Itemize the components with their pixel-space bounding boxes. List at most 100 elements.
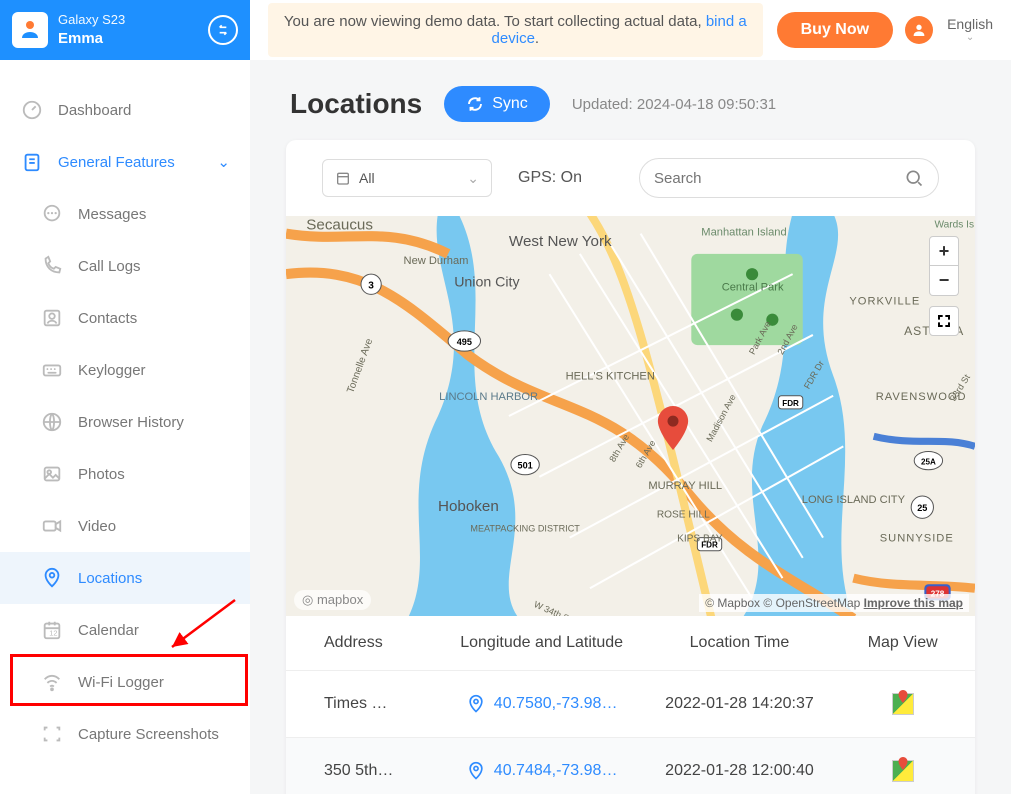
video-icon: [40, 514, 64, 538]
svg-text:SUNNYSIDE: SUNNYSIDE: [880, 533, 954, 545]
svg-text:25: 25: [917, 503, 927, 513]
toolbar: All ⌄ GPS: On: [286, 140, 975, 216]
date-filter-dropdown[interactable]: All ⌄: [322, 159, 492, 197]
svg-text:Wards Is: Wards Is: [934, 220, 974, 231]
updated-timestamp: Updated: 2024-04-18 09:50:31: [572, 96, 776, 113]
cell-address: 350 5th…: [294, 762, 443, 780]
sidebar: Dashboard General Features ⌄ Messages Ca…: [0, 60, 250, 794]
svg-text:MURRAY HILL: MURRAY HILL: [648, 480, 722, 492]
sidebar-item-label: Calendar: [78, 622, 139, 639]
search-icon: [904, 168, 924, 188]
globe-icon: [40, 410, 64, 434]
app-logo-icon: [12, 12, 48, 48]
sidebar-item-label: Keylogger: [78, 362, 146, 379]
calendar-icon: 12: [40, 618, 64, 642]
sync-button[interactable]: Sync: [444, 86, 550, 122]
user-avatar-icon[interactable]: [905, 16, 933, 44]
svg-text:Hoboken: Hoboken: [438, 498, 499, 515]
phone-icon: [40, 254, 64, 278]
sidebar-item-photos[interactable]: Photos: [0, 448, 250, 500]
pin-icon: [466, 761, 486, 781]
location-pin-icon: [40, 566, 64, 590]
svg-text:YORKVILLE: YORKVILLE: [849, 296, 920, 308]
location-pin-icon: [656, 406, 690, 450]
sidebar-item-calendar[interactable]: 12 Calendar: [0, 604, 250, 656]
svg-text:West New York: West New York: [509, 233, 612, 250]
sidebar-item-contacts[interactable]: Contacts: [0, 292, 250, 344]
sidebar-item-locations[interactable]: Locations: [0, 552, 250, 604]
sidebar-item-label: Wi-Fi Logger: [78, 674, 164, 691]
svg-text:12: 12: [49, 629, 57, 638]
dashboard-icon: [20, 98, 44, 122]
svg-text:LONG ISLAND CITY: LONG ISLAND CITY: [802, 494, 906, 506]
svg-text:501: 501: [518, 461, 533, 471]
pin-icon: [466, 694, 486, 714]
mapbox-logo: ◎ mapbox: [294, 590, 371, 610]
page-title: Locations: [290, 88, 422, 120]
sidebar-item-messages[interactable]: Messages: [0, 188, 250, 240]
svg-text:New Durham: New Durham: [404, 255, 469, 267]
sidebar-item-dashboard[interactable]: Dashboard: [0, 84, 250, 136]
screenshot-icon: [40, 722, 64, 746]
svg-text:3: 3: [368, 280, 374, 291]
sidebar-item-video[interactable]: Video: [0, 500, 250, 552]
sidebar-item-label: Video: [78, 518, 116, 535]
sidebar-header: Galaxy S23 Emma: [0, 0, 250, 60]
buy-now-button[interactable]: Buy Now: [777, 12, 893, 48]
search-box[interactable]: [639, 158, 939, 198]
chevron-down-icon: ⌄: [467, 170, 479, 187]
contacts-icon: [40, 306, 64, 330]
map-controls: + −: [929, 236, 959, 336]
table-row[interactable]: 350 5th… 40.7484,-73.98… 2022-01-28 12:0…: [286, 738, 975, 794]
demo-data-banner: You are now viewing demo data. To start …: [268, 3, 763, 57]
language-selector[interactable]: English ⌄: [947, 17, 993, 43]
col-header-address: Address: [294, 634, 443, 652]
table-row[interactable]: Times … 40.7580,-73.98… 2022-01-28 14:20…: [286, 671, 975, 738]
svg-text:495: 495: [457, 337, 472, 347]
zoom-out-button[interactable]: −: [929, 266, 959, 296]
sidebar-item-capture-screenshots[interactable]: Capture Screenshots: [0, 708, 250, 760]
svg-text:ROSE HILL: ROSE HILL: [657, 509, 710, 520]
content-area: Locations Sync Updated: 2024-04-18 09:50…: [250, 60, 1011, 794]
improve-map-link[interactable]: Improve this map: [864, 596, 963, 610]
svg-text:HELL'S KITCHEN: HELL'S KITCHEN: [566, 371, 655, 383]
language-label: English: [947, 16, 993, 32]
sidebar-item-browser-history[interactable]: Browser History: [0, 396, 250, 448]
device-info[interactable]: Galaxy S23 Emma: [58, 12, 208, 48]
sidebar-item-label: Messages: [78, 206, 146, 223]
sidebar-item-label: Dashboard: [58, 102, 131, 119]
filter-value: All: [359, 170, 375, 186]
cell-mapview[interactable]: [838, 693, 967, 715]
col-header-time: Location Time: [641, 634, 839, 652]
sidebar-item-label: Photos: [78, 466, 125, 483]
sidebar-item-call-logs[interactable]: Call Logs: [0, 240, 250, 292]
sidebar-item-label: Locations: [78, 570, 142, 587]
col-header-mapview: Map View: [838, 634, 967, 652]
sidebar-item-wifi-logger[interactable]: Wi-Fi Logger: [0, 656, 250, 708]
svg-text:25A: 25A: [921, 458, 936, 467]
svg-text:FDR: FDR: [782, 399, 799, 408]
device-name: Galaxy S23: [58, 12, 208, 29]
sidebar-section-general[interactable]: General Features ⌄: [0, 136, 250, 188]
svg-text:Union City: Union City: [454, 274, 520, 290]
cell-coord: 40.7484,-73.98…: [443, 761, 641, 781]
search-input[interactable]: [654, 170, 904, 187]
image-icon: [40, 462, 64, 486]
cell-mapview[interactable]: [838, 760, 967, 782]
svg-text:Secaucus: Secaucus: [306, 217, 373, 234]
fullscreen-button[interactable]: [929, 306, 959, 336]
page-header: Locations Sync Updated: 2024-04-18 09:50…: [250, 80, 1011, 140]
zoom-in-button[interactable]: +: [929, 236, 959, 266]
chevron-down-icon: ⌄: [217, 153, 230, 171]
svg-text:LINCOLN HARBOR: LINCOLN HARBOR: [439, 391, 538, 403]
map-svg: 3 495 501 25 25A FDR FDR 278 Secaucus We…: [286, 216, 975, 616]
sidebar-item-keylogger[interactable]: Keylogger: [0, 344, 250, 396]
map-view[interactable]: 3 495 501 25 25A FDR FDR 278 Secaucus We…: [286, 216, 975, 616]
cell-time: 2022-01-28 12:00:40: [641, 762, 839, 780]
user-name: Emma: [58, 29, 208, 49]
sync-label: Sync: [492, 95, 528, 113]
swap-device-icon[interactable]: [208, 15, 238, 45]
sidebar-item-label: Contacts: [78, 310, 137, 327]
demo-text: You are now viewing demo data. To start …: [284, 13, 706, 30]
gps-status: GPS: On: [518, 169, 582, 187]
